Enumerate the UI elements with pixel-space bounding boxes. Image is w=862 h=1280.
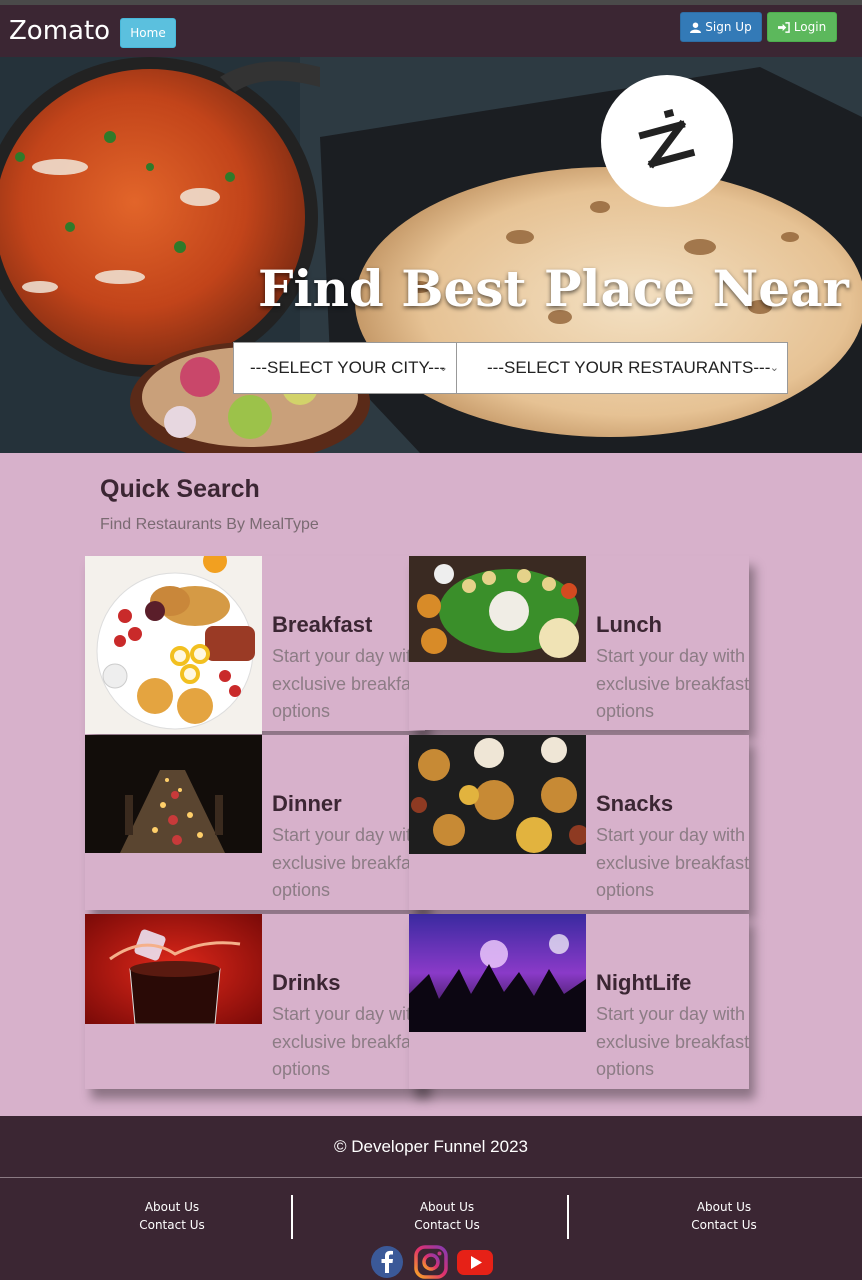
home-button[interactable]: Home (120, 18, 176, 48)
meal-name: Snacks (596, 791, 674, 816)
zomato-logo (601, 75, 733, 207)
footer-column: About Us Contact Us (586, 1198, 862, 1234)
meal-description: Start your day with exclusive breakfast … (596, 646, 750, 721)
instagram-icon[interactable] (414, 1245, 448, 1279)
login-icon (777, 21, 790, 33)
meal-card-breakfast[interactable]: Breakfast Start your day with exclusive … (85, 556, 426, 734)
user-icon (690, 21, 702, 33)
meal-card-dinner[interactable]: Dinner Start your day with exclusive bre… (85, 735, 425, 910)
meal-description: Start your day with exclusive breakfast … (596, 825, 750, 900)
hero-title: Find Best Place Near (258, 259, 849, 318)
zomato-z-logo-icon (638, 109, 696, 169)
about-us-link[interactable]: About Us (309, 1198, 585, 1216)
meal-description: Start your day with exclusive breakfast … (596, 1004, 750, 1079)
footer-divider (567, 1195, 569, 1239)
brand-name[interactable]: Zomato (9, 16, 110, 46)
youtube-icon[interactable] (457, 1245, 493, 1279)
about-us-link[interactable]: About Us (34, 1198, 310, 1216)
footer-column: About Us Contact Us (34, 1198, 310, 1234)
chevron-down-icon: ⌄ (438, 362, 448, 374)
meal-name: Breakfast (272, 612, 373, 637)
meal-name: Lunch (596, 612, 662, 637)
login-button[interactable]: Login (767, 12, 837, 42)
meal-description: Start your day with exclusive breakfast … (272, 825, 426, 900)
contact-us-link[interactable]: Contact Us (586, 1216, 862, 1234)
meal-name: NightLife (596, 970, 692, 995)
drinks-image (85, 914, 262, 1024)
meal-card-snacks[interactable]: Snacks Start your day with exclusive bre… (409, 735, 749, 910)
footer-copyright: © Developer Funnel 2023 (0, 1116, 862, 1178)
snacks-image (409, 735, 586, 854)
signup-label: Sign Up (705, 20, 752, 34)
about-us-link[interactable]: About Us (586, 1198, 862, 1216)
signup-button[interactable]: Sign Up (680, 12, 762, 42)
city-select[interactable]: ---SELECT YOUR CITY--- ⌄ (233, 342, 457, 394)
footer-divider (291, 1195, 293, 1239)
quick-search-section: Quick Search Find Restaurants By MealTyp… (0, 453, 862, 1116)
hero-banner: Find Best Place Near ---SELECT YOUR CITY… (0, 57, 862, 453)
login-label: Login (793, 20, 827, 34)
breakfast-image (85, 556, 262, 734)
meal-name: Dinner (272, 791, 342, 816)
meal-description: Start your day with exclusive breakfast … (272, 1004, 426, 1079)
meal-card-nightlife[interactable]: NightLife Start your day with exclusive … (409, 914, 749, 1089)
restaurant-select-value: ---SELECT YOUR RESTAURANTS--- (487, 358, 771, 377)
meal-card-drinks[interactable]: Drinks Start your day with exclusive bre… (85, 914, 425, 1089)
footer-links: About Us Contact Us About Us Contact Us … (0, 1178, 862, 1280)
city-select-value: ---SELECT YOUR CITY--- (250, 358, 446, 377)
facebook-icon[interactable] (370, 1245, 404, 1279)
lunch-image (409, 556, 586, 662)
contact-us-link[interactable]: Contact Us (309, 1216, 585, 1234)
restaurant-select[interactable]: ---SELECT YOUR RESTAURANTS--- ⌄ (456, 342, 788, 394)
quick-search-title: Quick Search (100, 475, 260, 503)
meal-name: Drinks (272, 970, 341, 995)
navbar: Zomato Home Sign Up Login (0, 5, 862, 57)
chevron-down-icon: ⌄ (769, 362, 779, 374)
dinner-image (85, 735, 262, 853)
footer-column: About Us Contact Us (309, 1198, 585, 1234)
contact-us-link[interactable]: Contact Us (34, 1216, 310, 1234)
meal-card-lunch[interactable]: Lunch Start your day with exclusive brea… (409, 556, 749, 730)
quick-search-subtitle: Find Restaurants By MealType (100, 516, 319, 533)
nightlife-image (409, 914, 586, 1032)
meal-description: Start your day with exclusive breakfast … (272, 646, 426, 721)
